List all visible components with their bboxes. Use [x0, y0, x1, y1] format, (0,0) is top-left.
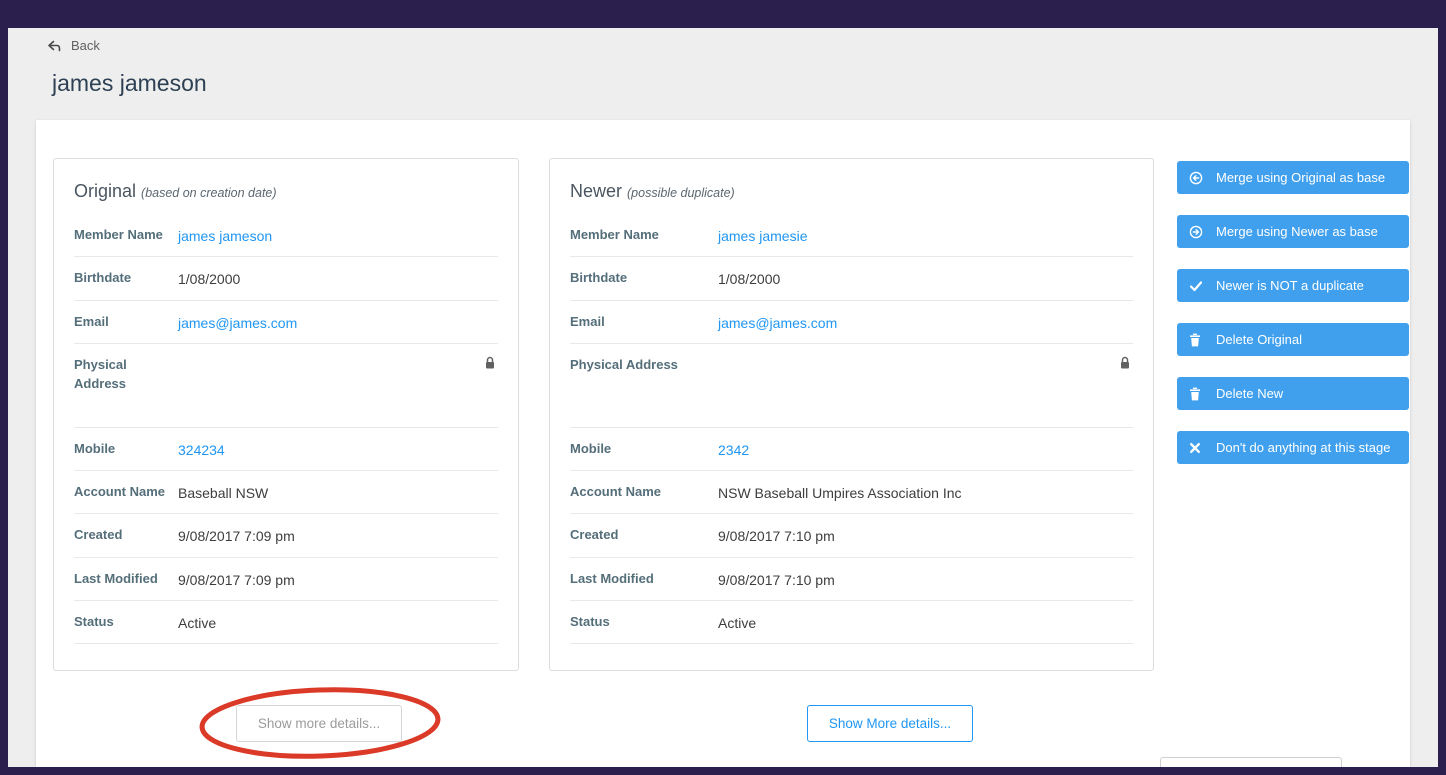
show-more-newer-button[interactable]: Show More details... — [807, 705, 973, 742]
field-value-link[interactable]: james@james.com — [718, 312, 837, 333]
field-row-mobile: Mobile 2342 — [570, 428, 1133, 472]
field-value: 9/08/2017 7:10 pm — [718, 571, 835, 588]
x-icon — [1189, 442, 1203, 454]
field-row-birthdate: Birthdate 1/08/2000 — [74, 257, 498, 301]
action-label: Newer is NOT a duplicate — [1216, 278, 1364, 293]
field-row-created: Created 9/08/2017 7:10 pm — [570, 514, 1133, 558]
partial-button[interactable] — [1160, 757, 1342, 767]
field-row-mobile: Mobile 324234 — [74, 428, 498, 472]
card-header: Original (based on creation date) — [54, 159, 518, 214]
field-label: Created — [570, 527, 619, 543]
content-panel: Original (based on creation date) Member … — [36, 120, 1410, 767]
card-header: Newer (possible duplicate) — [550, 159, 1153, 214]
show-more-original-button[interactable]: Show more details... — [236, 705, 402, 742]
field-row-member-name: Member Name james jamesie — [570, 214, 1133, 258]
check-icon — [1189, 279, 1203, 293]
field-row-last-modified: Last Modified 9/08/2017 7:09 pm — [74, 558, 498, 602]
field-row-account-name: Account Name Baseball NSW — [74, 471, 498, 515]
field-label: Email — [74, 313, 109, 329]
trash-icon — [1189, 387, 1203, 401]
action-label: Don't do anything at this stage — [1216, 440, 1391, 455]
field-label: Last Modified — [570, 570, 654, 586]
field-label: Status — [74, 614, 114, 630]
field-label: Last Modified — [74, 570, 158, 586]
delete-original-button[interactable]: Delete Original — [1177, 323, 1409, 356]
field-rows: Member Name james jamesie Birthdate 1/08… — [550, 214, 1153, 670]
field-label: Email — [570, 313, 605, 329]
field-row-email: Email james@james.com — [74, 301, 498, 344]
field-rows: Member Name james jameson Birthdate 1/08… — [54, 214, 518, 670]
dont-do-anything-button[interactable]: Don't do anything at this stage — [1177, 431, 1409, 464]
card-title: Newer — [570, 181, 623, 201]
card-title: Original — [74, 181, 137, 201]
action-label: Merge using Original as base — [1216, 170, 1386, 185]
action-buttons: Merge using Original as base Merge using… — [1177, 161, 1409, 464]
field-value-link[interactable]: 324234 — [178, 439, 225, 460]
arrow-circle-right-icon — [1189, 225, 1203, 239]
field-row-physical-address: Physical Address — [74, 344, 498, 428]
field-label: Mobile — [570, 440, 612, 456]
field-value-link[interactable]: james jamesie — [718, 225, 807, 246]
field-value: 9/08/2017 7:10 pm — [718, 528, 835, 545]
field-label: Created — [74, 527, 123, 543]
field-value: 9/08/2017 7:09 pm — [178, 528, 295, 545]
not-a-duplicate-button[interactable]: Newer is NOT a duplicate — [1177, 269, 1409, 302]
field-label: Account Name — [74, 484, 166, 500]
field-value: Active — [178, 615, 217, 632]
action-label: Delete New — [1216, 386, 1284, 401]
field-row-created: Created 9/08/2017 7:09 pm — [74, 514, 498, 558]
field-label: Birthdate — [570, 270, 628, 286]
field-row-member-name: Member Name james jameson — [74, 214, 498, 258]
field-row-email: Email james@james.com — [570, 301, 1133, 344]
back-label: Back — [71, 38, 100, 53]
back-arrow-icon — [46, 39, 62, 53]
field-label: Physical Address — [74, 356, 127, 392]
field-row-status: Status Active — [74, 601, 498, 645]
field-value-link[interactable]: james jameson — [178, 225, 272, 246]
field-value-link[interactable]: 2342 — [718, 439, 749, 460]
field-value: NSW Baseball Umpires Association Inc — [718, 485, 962, 502]
merge-using-newer-button[interactable]: Merge using Newer as base — [1177, 215, 1409, 248]
field-value: 9/08/2017 7:09 pm — [178, 571, 295, 588]
lock-icon — [484, 356, 496, 370]
newer-card: Newer (possible duplicate) Member Name ja… — [549, 158, 1154, 672]
field-row-status: Status Active — [570, 601, 1133, 645]
field-label: Member Name — [74, 227, 163, 242]
page: Back james jameson Original (based on cre… — [8, 28, 1438, 767]
field-value: Active — [718, 615, 757, 632]
action-label: Merge using Newer as base — [1216, 224, 1378, 239]
field-label: Account Name — [570, 484, 662, 500]
field-row-last-modified: Last Modified 9/08/2017 7:10 pm — [570, 558, 1133, 602]
arrow-circle-left-icon — [1189, 171, 1203, 185]
field-label: Status — [570, 614, 610, 630]
original-card: Original (based on creation date) Member … — [53, 158, 519, 672]
field-value: Baseball NSW — [178, 485, 269, 502]
trash-icon — [1189, 333, 1203, 347]
field-value: 1/08/2000 — [718, 271, 781, 288]
back-button[interactable]: Back — [46, 38, 100, 53]
field-label: Physical Address — [570, 356, 678, 372]
field-value: 1/08/2000 — [178, 271, 241, 288]
card-subtitle: (possible duplicate) — [627, 186, 735, 200]
merge-using-original-button[interactable]: Merge using Original as base — [1177, 161, 1409, 194]
field-label: Member Name — [570, 227, 659, 242]
field-label: Mobile — [74, 440, 116, 456]
action-label: Delete Original — [1216, 332, 1302, 347]
field-value-link[interactable]: james@james.com — [178, 312, 297, 333]
field-row-birthdate: Birthdate 1/08/2000 — [570, 257, 1133, 301]
field-label: Birthdate — [74, 270, 132, 286]
window-frame: Back james jameson Original (based on cre… — [0, 0, 1446, 775]
field-row-account-name: Account Name NSW Baseball Umpires Associ… — [570, 471, 1133, 515]
page-title: james jameson — [52, 70, 207, 96]
lock-icon — [1119, 356, 1131, 370]
field-row-physical-address: Physical Address — [570, 344, 1133, 428]
card-subtitle: (based on creation date) — [141, 186, 277, 200]
delete-new-button[interactable]: Delete New — [1177, 377, 1409, 410]
